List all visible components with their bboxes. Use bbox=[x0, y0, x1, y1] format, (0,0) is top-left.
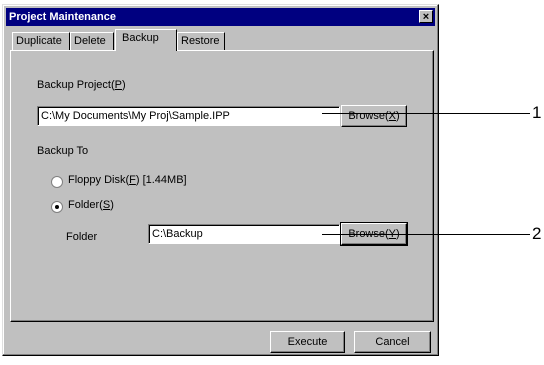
tab-restore[interactable]: Restore bbox=[177, 32, 225, 50]
tab-duplicate-label: Duplicate bbox=[16, 35, 62, 47]
folder-radio-label[interactable]: Folder(S) bbox=[68, 199, 114, 211]
backup-project-label: Backup Project(P) bbox=[37, 79, 126, 91]
floppy-label-text: Floppy Disk( bbox=[68, 174, 130, 186]
folder-option-label-end: ) bbox=[110, 199, 114, 211]
tab-restore-label: Restore bbox=[181, 35, 220, 47]
floppy-radio[interactable] bbox=[51, 176, 63, 188]
folder-option-label-text: Folder( bbox=[68, 199, 103, 211]
dialog-title: Project Maintenance bbox=[9, 11, 116, 23]
backup-tab-panel: Backup Project(P) C:\My Documents\My Pro… bbox=[10, 50, 434, 322]
backup-project-mnemonic: P bbox=[114, 79, 122, 91]
close-button[interactable]: × bbox=[419, 10, 433, 23]
callout-line-2 bbox=[322, 234, 530, 235]
floppy-mnemonic: F bbox=[129, 174, 136, 186]
close-icon: × bbox=[422, 11, 430, 23]
tab-delete-label: Delete bbox=[74, 35, 106, 47]
browse-project-label-end: ) bbox=[396, 110, 400, 122]
folder-input[interactable]: C:\Backup bbox=[148, 224, 340, 244]
callout-number-1: 1 bbox=[532, 103, 542, 122]
tab-duplicate[interactable]: Duplicate bbox=[12, 32, 70, 50]
tab-backup-label: Backup bbox=[122, 32, 159, 44]
folder-radio[interactable] bbox=[51, 201, 63, 213]
backup-to-label: Backup To bbox=[37, 145, 89, 157]
cancel-button[interactable]: Cancel bbox=[354, 331, 431, 353]
tab-backup[interactable]: Backup bbox=[115, 29, 177, 51]
callout-line-1 bbox=[322, 113, 530, 114]
execute-label: Execute bbox=[287, 336, 328, 348]
folder-label: Folder bbox=[66, 231, 98, 243]
backup-project-label-end: ) bbox=[122, 79, 126, 91]
backup-project-input[interactable]: C:\My Documents\My Proj\Sample.IPP bbox=[37, 106, 340, 126]
browse-project-mnemonic: X bbox=[388, 110, 396, 122]
floppy-label-end: ) [1.44MB] bbox=[135, 174, 187, 186]
backup-project-value: C:\My Documents\My Proj\Sample.IPP bbox=[41, 110, 230, 122]
execute-button[interactable]: Execute bbox=[270, 331, 345, 353]
backup-project-label-text: Backup Project( bbox=[37, 79, 115, 91]
cancel-label: Cancel bbox=[375, 336, 410, 348]
project-maintenance-dialog: Project Maintenance × Duplicate Delete B… bbox=[2, 4, 439, 356]
folder-value: C:\Backup bbox=[152, 228, 203, 240]
tab-delete[interactable]: Delete bbox=[70, 32, 114, 50]
callout-number-2: 2 bbox=[532, 224, 542, 243]
title-bar: Project Maintenance × bbox=[6, 8, 435, 26]
browse-project-button[interactable]: Browse(X) bbox=[341, 105, 407, 127]
browse-project-label: Browse( bbox=[348, 110, 389, 122]
floppy-radio-label[interactable]: Floppy Disk(F) [1.44MB] bbox=[68, 174, 187, 186]
